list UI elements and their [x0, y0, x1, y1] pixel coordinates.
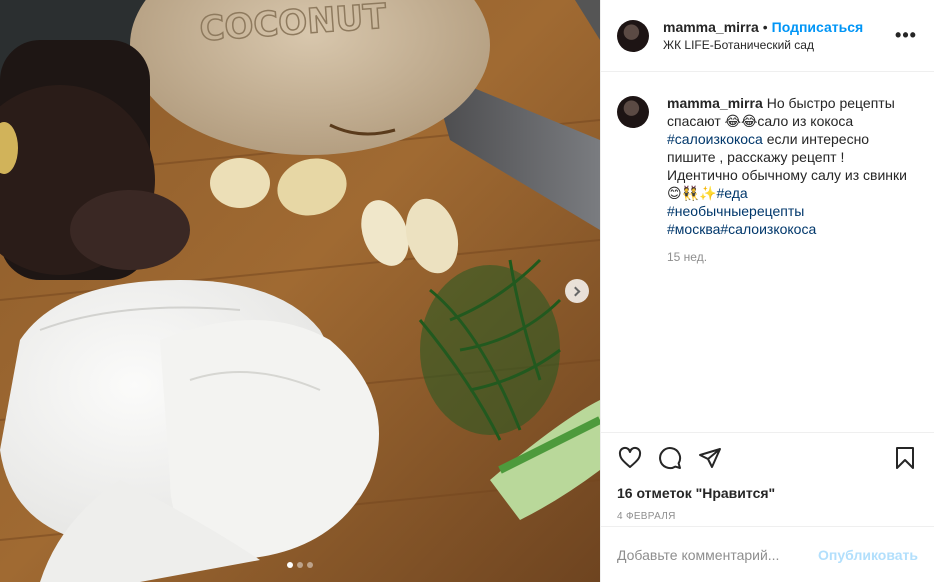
- caption-time-ago[interactable]: 15 нед.: [667, 250, 907, 264]
- post-photo[interactable]: COCONUT: [0, 0, 600, 582]
- post-header: mamma_mirra • Подписаться ЖК LIFE-Ботаниче…: [601, 0, 934, 72]
- avatar[interactable]: [617, 19, 649, 52]
- post-caption: mamma_mirra Но быстро рецепты спасают 😂😂с…: [667, 94, 907, 238]
- action-bar: 16 отметок "Нравится" 4 ФЕВРАЛЯ: [601, 432, 934, 526]
- like-button[interactable]: [617, 445, 643, 471]
- save-button[interactable]: [892, 445, 918, 471]
- avatar[interactable]: [617, 96, 649, 128]
- bookmark-icon: [896, 447, 914, 469]
- more-options-icon[interactable]: •••: [894, 25, 918, 46]
- comments-area: mamma_mirra Но быстро рецепты спасают 😂😂с…: [601, 72, 934, 432]
- header-text: mamma_mirra • Подписаться ЖК LIFE-Ботаниче…: [663, 18, 894, 54]
- publish-button[interactable]: Опубликовать: [818, 547, 918, 563]
- add-comment-bar: Опубликовать: [601, 526, 934, 582]
- post-side-panel: mamma_mirra • Подписаться ЖК LIFE-Ботаниче…: [600, 0, 934, 582]
- instagram-post: COCONUT mamma_mirra • Подписаться ЖК LIF…: [0, 0, 934, 582]
- photo-scene: COCONUT: [0, 0, 600, 582]
- heart-icon: [618, 446, 642, 468]
- follow-button[interactable]: Подписаться: [772, 19, 864, 35]
- carousel-indicator: [0, 562, 600, 568]
- chevron-right-icon: [570, 286, 581, 296]
- separator-dot: •: [762, 18, 768, 35]
- share-icon: [699, 448, 721, 468]
- post-date[interactable]: 4 ФЕВРАЛЯ: [617, 511, 918, 522]
- caption-username-link[interactable]: mamma_mirra: [667, 95, 763, 111]
- hashtag-link[interactable]: #салоизкокоса: [720, 221, 816, 237]
- action-icons: [617, 443, 918, 473]
- hashtag-link[interactable]: #москва: [667, 221, 720, 237]
- carousel-dot-active: [287, 562, 293, 568]
- hashtag-link[interactable]: #необычныерецепты: [667, 203, 804, 219]
- next-photo-button[interactable]: [565, 279, 589, 303]
- carousel-dot: [297, 562, 303, 568]
- likes-count[interactable]: 16 отметок "Нравится": [617, 485, 918, 501]
- hashtag-link[interactable]: #еда: [716, 185, 747, 201]
- share-button[interactable]: [697, 445, 723, 471]
- hashtag-link[interactable]: #салоизкокоса: [667, 131, 763, 147]
- carousel-dot: [307, 562, 313, 568]
- location-link[interactable]: ЖК LIFE-Ботанический сад: [663, 36, 894, 54]
- caption-block: mamma_mirra Но быстро рецепты спасают 😂😂с…: [667, 94, 907, 432]
- comment-icon: [659, 447, 682, 470]
- comment-input[interactable]: [617, 546, 819, 563]
- username-link[interactable]: mamma_mirra: [663, 19, 759, 35]
- comment-button[interactable]: [657, 445, 683, 471]
